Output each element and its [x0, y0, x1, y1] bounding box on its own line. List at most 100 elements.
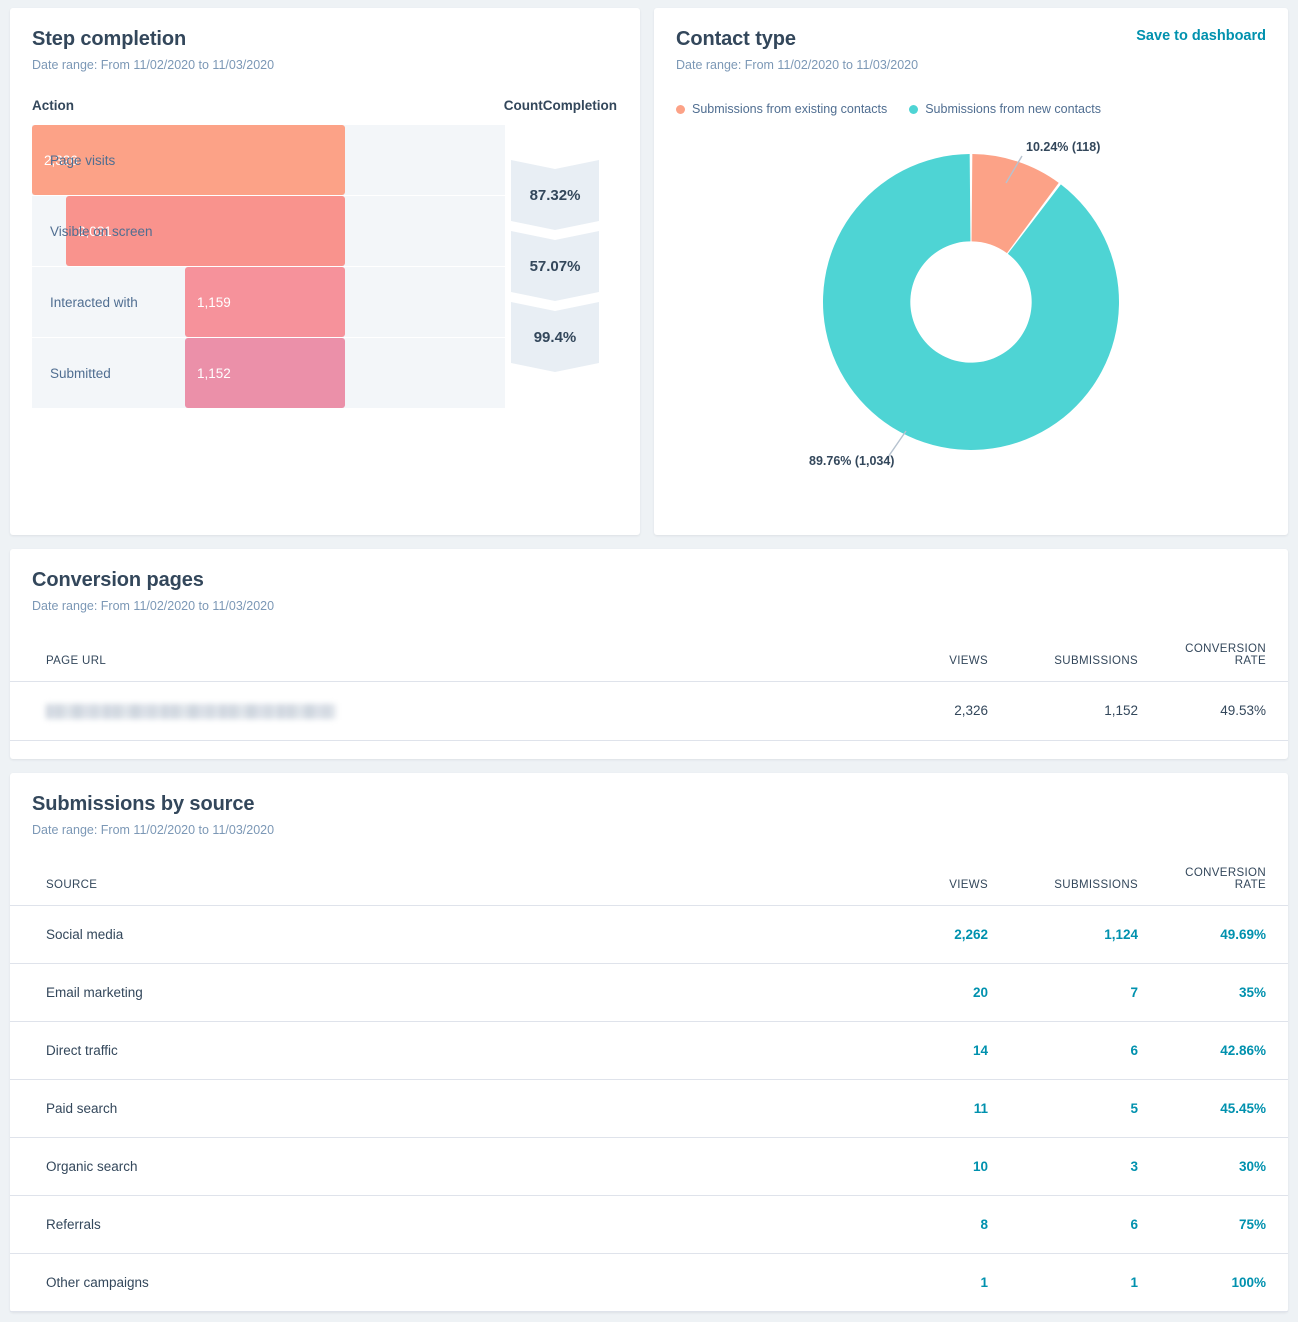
table-row[interactable]: Email marketing 20 7 35% — [10, 963, 1288, 1021]
cell-submissions-link[interactable]: 1,124 — [1104, 927, 1138, 942]
cell-views[interactable]: 1 — [838, 1253, 988, 1311]
table-row[interactable]: Organic search 10 3 30% — [10, 1137, 1288, 1195]
save-to-dashboard-link[interactable]: Save to dashboard — [1136, 28, 1266, 44]
cell-conversion-rate-link[interactable]: 42.86% — [1220, 1043, 1266, 1058]
cell-name: Organic search — [10, 1137, 838, 1195]
table-row[interactable]: Paid search 11 5 45.45% — [10, 1079, 1288, 1137]
cell-conversion-rate: 49.53% — [1138, 682, 1288, 741]
funnel-action-label: Page visits — [50, 125, 115, 195]
legend-item[interactable]: Submissions from new contacts — [909, 102, 1101, 116]
legend-item[interactable]: Submissions from existing contacts — [676, 102, 887, 116]
column-header-conversion-rate[interactable]: CONVERSION RATE — [1138, 643, 1288, 682]
cell-conversion-rate[interactable]: 45.45% — [1138, 1079, 1288, 1137]
cell-submissions-link[interactable]: 1 — [1130, 1275, 1138, 1290]
completion-badge: 57.07% — [511, 231, 599, 301]
cell-conversion-rate[interactable]: 30% — [1138, 1137, 1288, 1195]
cell-conversion-rate-link[interactable]: 100% — [1231, 1275, 1266, 1290]
donut-chart: 10.24% (118) 89.76% (1,034) — [654, 122, 1288, 512]
table-row[interactable]: Referrals8675% — [10, 1195, 1288, 1253]
cell-submissions-link[interactable]: 6 — [1130, 1043, 1138, 1058]
cell-views-link[interactable]: 8 — [980, 1217, 988, 1232]
cell-views[interactable]: 11 — [838, 1079, 988, 1137]
cell-conversion-rate[interactable]: 100% — [1138, 1253, 1288, 1311]
cell-submissions[interactable]: 6 — [988, 1021, 1138, 1079]
conversion-pages-footer-spacer — [10, 741, 1288, 759]
submissions-by-source-title: Submissions by source — [32, 793, 1266, 816]
contact-type-date-range: Date range: From 11/02/2020 to 11/03/202… — [676, 58, 1266, 72]
cell-submissions[interactable]: 6 — [988, 1195, 1138, 1253]
cell-submissions-link[interactable]: 6 — [1130, 1217, 1138, 1232]
donut-legend: Submissions from existing contacts Submis… — [654, 102, 1288, 116]
column-header-page-url[interactable]: PAGE URL — [10, 643, 838, 682]
redacted-page-url[interactable] — [46, 704, 336, 719]
conversion-pages-table: PAGE URL VIEWS SUBMISSIONS CONVERSION RA… — [10, 643, 1288, 741]
cell-submissions[interactable]: 7 — [988, 963, 1138, 1021]
cell-views[interactable]: 8 — [838, 1195, 988, 1253]
cell-name: Paid search — [10, 1079, 838, 1137]
funnel-header-count: Count — [461, 98, 543, 113]
column-header-views[interactable]: VIEWS — [838, 643, 988, 682]
completion-badge: 99.4% — [511, 302, 599, 372]
legend-label: Submissions from existing contacts — [692, 102, 887, 116]
funnel-bar[interactable]: 1,152 — [185, 338, 345, 408]
cell-submissions-link[interactable]: 7 — [1130, 985, 1138, 1000]
cell-views-link[interactable]: 2,262 — [954, 927, 988, 942]
column-header-conversion-rate[interactable]: CONVERSION RATE — [1138, 867, 1288, 906]
cell-name: Other campaigns — [10, 1253, 838, 1311]
cell-submissions[interactable]: 1 — [988, 1253, 1138, 1311]
funnel-action-label: Interacted with — [50, 267, 138, 337]
cell-submissions[interactable]: 5 — [988, 1079, 1138, 1137]
column-header-views[interactable]: VIEWS — [838, 867, 988, 906]
top-row: Step completion Date range: From 11/02/2… — [10, 8, 1288, 535]
cell-name: Email marketing — [10, 963, 838, 1021]
table-row[interactable]: Direct traffic 14 6 42.86% — [10, 1021, 1288, 1079]
cell-conversion-rate-link[interactable]: 30% — [1239, 1159, 1266, 1174]
submissions-by-source-header: Submissions by source Date range: From 1… — [10, 773, 1288, 837]
cell-name: Direct traffic — [10, 1021, 838, 1079]
conversion-rate-line1: CONVERSION — [1185, 867, 1266, 879]
column-header-submissions[interactable]: SUBMISSIONS — [988, 867, 1138, 906]
column-header-source[interactable]: SOURCE — [10, 867, 838, 906]
funnel-action-label: Visible on screen — [50, 196, 153, 266]
funnel-rows: 2,326Page visits2,031Visible on screen1,… — [32, 125, 618, 408]
column-header-submissions[interactable]: SUBMISSIONS — [988, 643, 1138, 682]
step-completion-card: Step completion Date range: From 11/02/2… — [10, 8, 640, 535]
conversion-rate-line2: RATE — [1235, 879, 1266, 891]
step-completion-date-range: Date range: From 11/02/2020 to 11/03/202… — [32, 58, 618, 72]
cell-views-link[interactable]: 11 — [974, 1101, 988, 1116]
cell-conversion-rate-link[interactable]: 35% — [1239, 985, 1266, 1000]
cell-views-link[interactable]: 14 — [973, 1043, 988, 1058]
cell-conversion-rate[interactable]: 49.69% — [1138, 905, 1288, 963]
submissions-by-source-card: Submissions by source Date range: From 1… — [10, 773, 1288, 1312]
cell-views-link[interactable]: 10 — [973, 1159, 988, 1174]
cell-views-link[interactable]: 1 — [980, 1275, 988, 1290]
cell-conversion-rate-link[interactable]: 75% — [1239, 1217, 1266, 1232]
cell-conversion-rate[interactable]: 75% — [1138, 1195, 1288, 1253]
funnel-header-action: Action — [32, 98, 461, 113]
table-row[interactable]: 2,3261,15249.53% — [10, 682, 1288, 741]
cell-views-link[interactable]: 20 — [973, 985, 988, 1000]
table-row[interactable]: Other campaigns 1 1 100% — [10, 1253, 1288, 1311]
cell-submissions-link[interactable]: 5 — [1130, 1101, 1138, 1116]
conversion-pages-card: Conversion pages Date range: From 11/02/… — [10, 549, 1288, 759]
cell-conversion-rate[interactable]: 42.86% — [1138, 1021, 1288, 1079]
cell-views[interactable]: 2,262 — [838, 905, 988, 963]
conversion-pages-title: Conversion pages — [32, 569, 1266, 592]
submissions-by-source-date-range: Date range: From 11/02/2020 to 11/03/202… — [32, 823, 1266, 837]
table-row[interactable]: Social media2,2621,12449.69% — [10, 905, 1288, 963]
cell-submissions[interactable]: 3 — [988, 1137, 1138, 1195]
donut-svg — [654, 122, 1288, 512]
cell-views[interactable]: 20 — [838, 963, 988, 1021]
cell-conversion-rate[interactable]: 35% — [1138, 963, 1288, 1021]
cell-conversion-rate-link[interactable]: 49.69% — [1220, 927, 1266, 942]
cell-conversion-rate-link[interactable]: 45.45% — [1220, 1101, 1266, 1116]
cell-submissions[interactable]: 1,124 — [988, 905, 1138, 963]
conversion-rate-line2: RATE — [1235, 655, 1266, 667]
submissions-by-source-table: SOURCE VIEWS SUBMISSIONS CONVERSION RATE… — [10, 867, 1288, 1312]
funnel-bar[interactable]: 1,159 — [185, 267, 345, 337]
donut-slice[interactable] — [823, 154, 1119, 450]
cell-submissions-link[interactable]: 3 — [1130, 1159, 1138, 1174]
cell-views[interactable]: 10 — [838, 1137, 988, 1195]
cell-views[interactable]: 14 — [838, 1021, 988, 1079]
donut-label-existing: 10.24% (118) — [1026, 140, 1100, 154]
